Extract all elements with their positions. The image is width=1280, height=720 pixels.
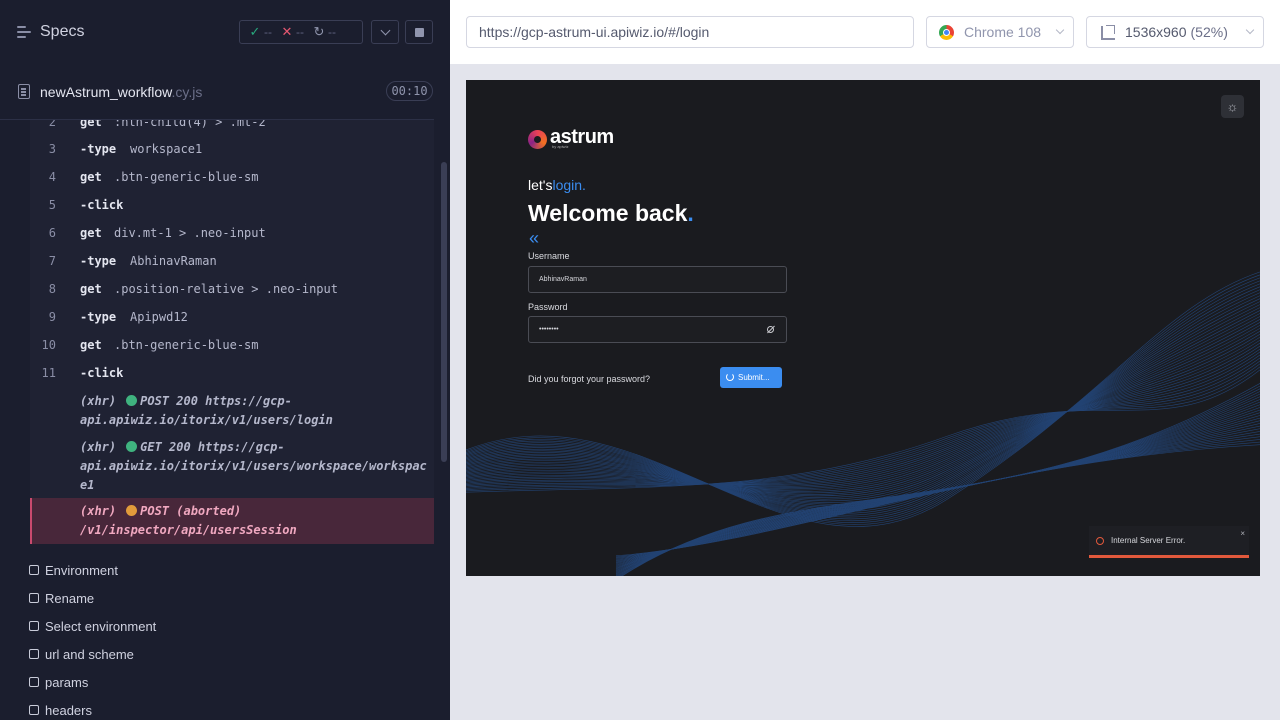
command-row[interactable]: 3 -type workspace1 (30, 135, 434, 163)
command-row[interactable]: 7 -type AbhinavRaman (30, 247, 434, 275)
xhr-entry-aborted[interactable]: (xhr) POST (aborted)/v1/inspector/api/use… (30, 498, 434, 544)
sun-icon: ☼ (1226, 99, 1239, 114)
xhr-entry[interactable]: (xhr) GET 200 https://gcp-api.apiwiz.io/i… (80, 438, 430, 495)
chrome-icon (939, 25, 954, 40)
viewport-select[interactable]: 1536x960 (52%) (1086, 16, 1264, 48)
url-bar[interactable]: https://gcp-astrum-ui.apiwiz.io/#/login (466, 16, 914, 48)
pending-box-icon (29, 621, 39, 631)
pending-box-icon (29, 593, 39, 603)
test-item[interactable]: Environment (29, 556, 118, 584)
test-item[interactable]: Select environment (29, 612, 156, 640)
pending-box-icon (29, 649, 39, 659)
spinner-icon: ↻ (313, 24, 325, 39)
page-title: Welcome back. (528, 200, 694, 226)
status-dot-icon (126, 505, 138, 516)
test-item[interactable]: headers (29, 696, 92, 720)
check-icon: ✓ (249, 24, 261, 39)
spinner-icon (726, 373, 734, 381)
pending-box-icon (29, 565, 39, 575)
forgot-password-link[interactable]: Did you forgot your password? (528, 374, 650, 384)
chevron-down-icon (380, 25, 390, 35)
command-list: 2 get:nth-child(4) > .mt-2 3 -type workspac… (30, 120, 434, 544)
command-row[interactable]: 9 -type Apipwd12 (30, 303, 434, 331)
file-icon (18, 84, 30, 99)
spec-filename: newAstrum_workflow.cy.js (40, 84, 203, 100)
stop-button[interactable] (405, 20, 433, 44)
command-row[interactable]: 11 -click (30, 359, 434, 387)
pending-box-icon (29, 677, 39, 687)
test-item[interactable]: Rename (29, 584, 94, 612)
runner-header: Specs ✓ -- ✕ -- ↻ -- (0, 0, 450, 64)
command-row[interactable]: 5 -click (30, 191, 434, 219)
x-icon: ✕ (281, 24, 293, 39)
spec-header: newAstrum_workflow.cy.js (0, 64, 434, 120)
specs-title[interactable]: Specs (40, 23, 84, 41)
pending-stat: ↻ -- (313, 24, 336, 39)
back-icon[interactable]: « (529, 229, 539, 247)
password-label: Password (528, 302, 568, 312)
command-log-panel: Specs ✓ -- ✕ -- ↻ -- newAstrum_workflow.cy.… (0, 0, 450, 720)
test-stats: ✓ -- ✕ -- ↻ -- (239, 20, 363, 44)
status-dot-icon (126, 441, 138, 452)
chevron-down-icon (1055, 25, 1065, 35)
aut-header: https://gcp-astrum-ui.apiwiz.io/#/login … (450, 0, 1280, 64)
theme-toggle-button[interactable]: ☼ (1221, 95, 1244, 118)
stop-icon (414, 27, 424, 37)
app-under-test: ☼ astrum by apiwiz let'slogin. Welcome b… (466, 80, 1260, 576)
error-icon (1096, 537, 1104, 545)
submit-button[interactable]: Submit... (720, 367, 782, 388)
browser-select[interactable]: Chrome 108 (926, 16, 1074, 48)
username-field[interactable]: AbhinavRaman (528, 266, 787, 293)
command-row[interactable]: 8 get .position-relative > .neo-input (30, 275, 434, 303)
command-row[interactable]: 6 get div.mt-1 > .neo-input (30, 219, 434, 247)
close-icon[interactable]: × (1240, 529, 1245, 538)
eye-slash-icon[interactable] (767, 326, 774, 333)
expand-button[interactable] (371, 20, 399, 44)
password-field[interactable]: •••••••• (528, 316, 787, 343)
astrum-logo: astrum by apiwiz (528, 126, 648, 152)
command-row[interactable]: 4 get .btn-generic-blue-sm (30, 163, 434, 191)
test-item[interactable]: params (29, 668, 88, 696)
command-row[interactable]: 10 get .btn-generic-blue-sm (30, 331, 434, 359)
specs-list-icon[interactable] (17, 26, 31, 39)
spec-duration: 00:10 (386, 81, 433, 101)
xhr-entry[interactable]: (xhr) POST 200 https://gcp-api.apiwiz.io/… (80, 392, 430, 430)
error-toast: Internal Server Error. × (1089, 526, 1249, 558)
test-item[interactable]: url and scheme (29, 640, 134, 668)
pending-box-icon (29, 705, 39, 715)
username-label: Username (528, 251, 570, 261)
status-dot-icon (126, 395, 138, 406)
logo-mark-icon (528, 130, 547, 149)
ruler-icon (1101, 25, 1115, 40)
command-row[interactable]: 2 get:nth-child(4) > .mt-2 (30, 120, 434, 136)
command-log-scrollbar[interactable] (441, 162, 447, 462)
failed-stat: ✕ -- (281, 24, 304, 39)
login-subtitle: let'slogin. (528, 177, 586, 193)
passed-stat: ✓ -- (249, 24, 272, 39)
chevron-down-icon (1245, 25, 1255, 35)
